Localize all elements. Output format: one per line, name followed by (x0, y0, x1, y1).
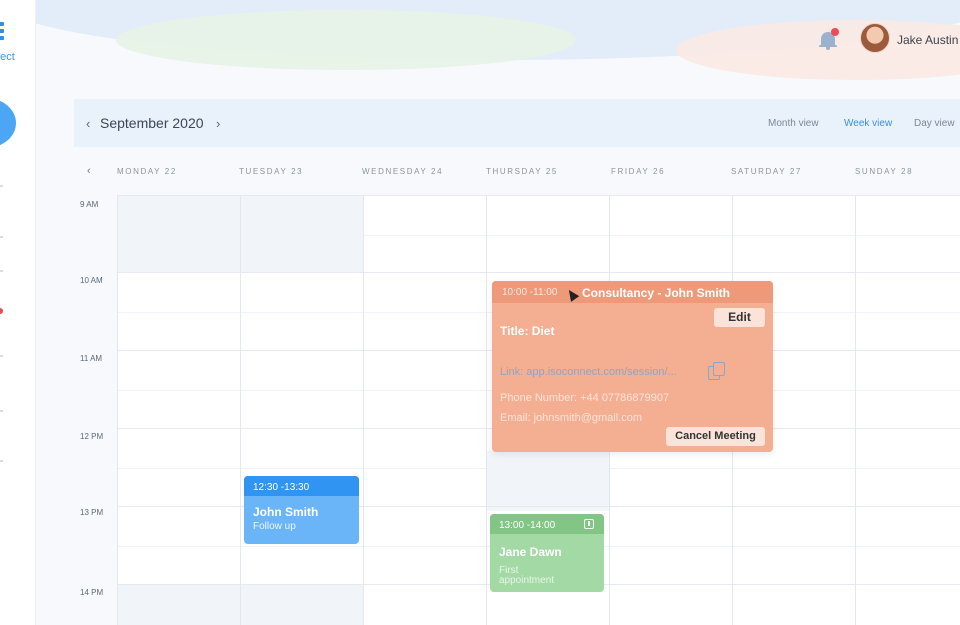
sidebar-item[interactable] (0, 185, 3, 187)
bell-icon[interactable] (818, 28, 839, 50)
sidebar-item[interactable] (0, 355, 3, 357)
edit-button[interactable]: Edit (714, 308, 765, 327)
popup-detail-title: Title: Diet (500, 324, 555, 338)
day-header-thursday: THURSDAY 25 (486, 167, 558, 176)
phone-number: Phone Number: +44 07786879907 (500, 392, 670, 404)
time-column: 9 AM 10 AM 11 AM 12 PM 13 PM 14 PM (74, 195, 117, 625)
sidebar-item[interactable] (0, 236, 3, 238)
calendar-app: nect Jake Austin ‹ September 2020 › Mont… (0, 0, 960, 625)
day-header-wednesday: WEDNESDAY 24 (362, 167, 444, 176)
sidebar-notification-dot (0, 308, 3, 314)
next-month-button[interactable]: › (216, 116, 220, 131)
time-label: 14 PM (80, 588, 104, 597)
header: Jake Austin (36, 0, 960, 80)
calendar-icon[interactable] (584, 519, 594, 529)
event-title: John Smith (253, 505, 319, 519)
day-view-button[interactable]: Day view (914, 118, 955, 129)
grid-line (117, 468, 960, 469)
week-header: ‹ MONDAY 22 TUESDAY 23 WEDNESDAY 24 THUR… (74, 148, 960, 195)
event-jane-dawn[interactable]: 13:00 -14:00 Jane Dawn First appointment (490, 514, 604, 592)
popup-time: 10:00 -11:00 (502, 287, 558, 298)
day-header-saturday: SATURDAY 27 (731, 167, 802, 176)
time-label: 10 AM (80, 276, 103, 285)
logo-text: nect (0, 51, 15, 63)
event-title: Jane Dawn (499, 545, 562, 559)
event-detail-popup[interactable]: 10:00 -11:00 Consultancy - John Smith Ed… (492, 281, 773, 452)
header-background-wave (116, 10, 576, 70)
day-header-tuesday: TUESDAY 23 (239, 167, 304, 176)
grid-line (117, 195, 118, 625)
day-header-monday: MONDAY 22 (117, 167, 177, 176)
user-name[interactable]: Jake Austin (897, 33, 958, 47)
month-view-button[interactable]: Month view (768, 118, 819, 129)
event-john-smith[interactable]: 12:30 -13:30 John Smith Follow up (244, 476, 359, 544)
copy-icon[interactable] (707, 362, 727, 382)
cancel-meeting-button[interactable]: Cancel Meeting (666, 427, 765, 446)
sidebar-action-button[interactable] (0, 98, 16, 148)
time-label: 13 PM (80, 508, 104, 517)
sidebar: nect (0, 0, 36, 625)
event-subtitle: Follow up (253, 521, 296, 532)
avatar[interactable] (860, 23, 890, 53)
logo-icon (0, 22, 6, 46)
sidebar-item[interactable] (0, 460, 3, 462)
time-label: 11 AM (80, 354, 103, 363)
grid-line (117, 235, 960, 236)
prev-week-button[interactable]: ‹ (87, 165, 91, 177)
grid-line (486, 195, 487, 625)
time-label: 12 PM (80, 432, 104, 441)
sidebar-item[interactable] (0, 270, 3, 272)
sidebar-item[interactable] (0, 410, 3, 412)
notification-badge (831, 28, 839, 36)
event-time: 12:30 -13:30 (253, 482, 310, 493)
session-link[interactable]: Link: app.isoconnect.com/session/... (500, 366, 677, 378)
grid-line (117, 195, 960, 196)
grid-line (240, 195, 241, 625)
popup-title: Consultancy - John Smith (582, 286, 731, 300)
grid-line (855, 195, 856, 625)
email-address: Email: johnsmith@gmail.com (500, 412, 642, 424)
day-header-friday: FRIDAY 26 (611, 167, 666, 176)
week-view-button[interactable]: Week view (844, 118, 892, 129)
unavailable-slot (487, 451, 609, 511)
day-header-sunday: SUNDAY 28 (855, 167, 914, 176)
event-time: 13:00 -14:00 (499, 520, 556, 531)
time-label: 9 AM (80, 200, 99, 209)
prev-month-button[interactable]: ‹ (86, 116, 90, 131)
calendar-toolbar: ‹ September 2020 › Month view Week view … (74, 99, 960, 147)
grid-line (363, 195, 364, 625)
grid-line (117, 272, 960, 273)
event-subtitle: appointment (499, 575, 555, 586)
month-label: September 2020 (100, 115, 204, 131)
